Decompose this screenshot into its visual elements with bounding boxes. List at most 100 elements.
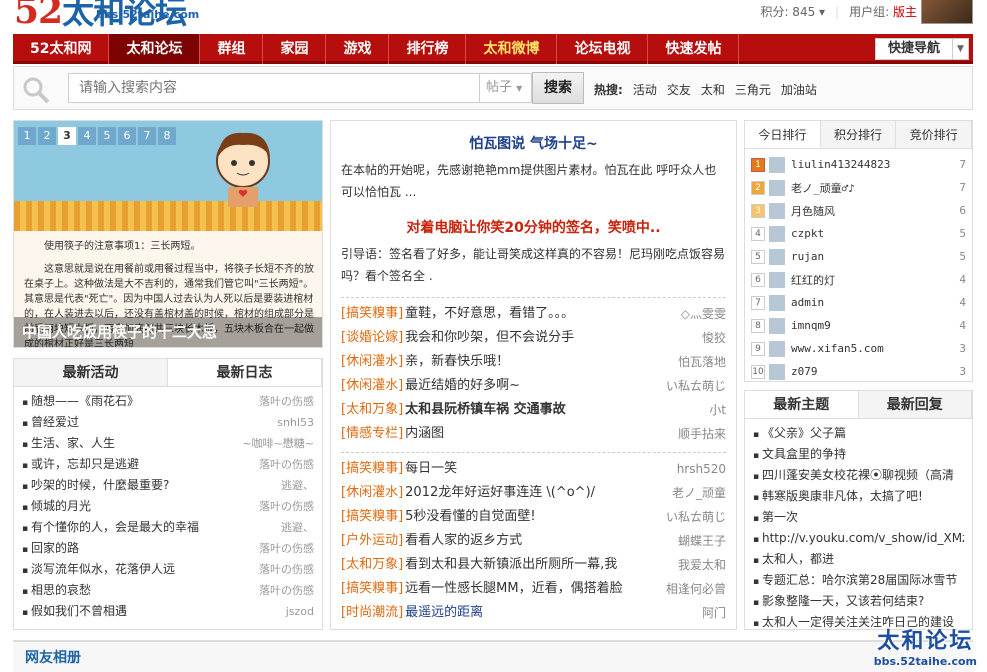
slide-page-button[interactable]: 8 (158, 127, 176, 145)
avatar[interactable] (769, 363, 785, 380)
avatar[interactable] (769, 225, 785, 242)
avatar[interactable] (769, 202, 785, 219)
list-item[interactable]: 文具盒里的争持 (753, 444, 964, 465)
tab-newest-reply[interactable]: 最新回复 (859, 391, 972, 418)
list-item[interactable]: 四川蓬安美女校花裸⦿聊视频（高清 (753, 465, 964, 486)
nav-item[interactable]: 太和论坛 (109, 34, 201, 64)
avatar[interactable] (769, 179, 785, 196)
thread-category[interactable]: [户外运动] (341, 529, 403, 553)
list-item[interactable]: 曾经爱过 snhl53 (22, 412, 314, 433)
thread-author[interactable]: 顺手拈来 (678, 422, 726, 446)
rank-username[interactable]: 老ノ_顽童♂♪ (791, 180, 948, 196)
thread-category[interactable]: [搞笑糗事] (341, 302, 403, 326)
thread-row[interactable]: [户外运动] 看看人家的返乡方式 蝴蝶王子 (341, 529, 726, 553)
list-item[interactable]: 相思的哀愁 落叶の伤感 (22, 580, 314, 601)
slide-page-button[interactable]: 6 (118, 127, 136, 145)
tab-rank[interactable]: 今日排行 (745, 121, 821, 148)
list-item[interactable]: 专题汇总：哈尔滨第28届国际冰雪节 (753, 570, 964, 591)
album-title[interactable]: 网友相册 (25, 647, 81, 667)
thread-title[interactable]: 5秒没看懂的自觉面壁! (405, 505, 660, 529)
search-button[interactable]: 搜索 (532, 72, 584, 104)
thread-category[interactable]: [搞笑糗事] (341, 505, 403, 529)
thread-category[interactable]: [谈婚论嫁] (341, 326, 403, 350)
list-item[interactable]: 吵架的时候，什麼最重要? 逃避、 (22, 475, 314, 496)
thread-category[interactable]: [情感专栏] (341, 422, 403, 446)
thread-category[interactable]: [休闲灌水] (341, 350, 403, 374)
avatar[interactable] (769, 248, 785, 265)
list-item[interactable]: 有个懂你的人，会是最大的幸福 逃避、 (22, 517, 314, 538)
list-item-title[interactable]: 有个懂你的人，会是最大的幸福 (22, 517, 199, 538)
rank-row[interactable]: 6 红红的灯 4 (751, 268, 966, 291)
list-item[interactable]: 《父亲》父子篇 (753, 423, 964, 444)
thread-row[interactable]: [时尚潮流] 最遥远的距离 阿门 (341, 601, 726, 625)
hot-word[interactable]: 三角元 (735, 81, 771, 98)
rank-username[interactable]: rujan (791, 250, 948, 263)
thread-row[interactable]: [休闲灌水] 亲，新春快乐哦！ 怕瓦落地 (341, 350, 726, 374)
thread-author[interactable]: 阿门 (702, 601, 726, 625)
list-item-author[interactable]: jszod (286, 601, 314, 622)
nav-item[interactable]: 排行榜 (389, 34, 467, 64)
rank-username[interactable]: 月色随风 (791, 203, 948, 219)
list-item-title[interactable]: 假如我们不曾相遇 (22, 601, 127, 622)
rank-row[interactable]: 7 admin 4 (751, 291, 966, 314)
list-item[interactable]: 影象整隆一天，又该若何结束? (753, 591, 964, 612)
list-item[interactable]: 太和人，都进 (753, 549, 964, 570)
tab-latest-activity[interactable]: 最新活动 (14, 359, 168, 386)
list-item[interactable]: 或许，忘却只是逃避 落叶の伤感 (22, 454, 314, 475)
slide-page-button[interactable]: 1 (18, 127, 36, 145)
thread-author[interactable]: 蝴蝶王子 (678, 529, 726, 553)
list-item-author[interactable]: 落叶の伤感 (259, 454, 314, 475)
avatar[interactable] (769, 156, 785, 173)
list-item-author[interactable]: snhl53 (277, 412, 314, 433)
rank-username[interactable]: imnqm9 (791, 319, 948, 332)
tab-rank[interactable]: 积分排行 (821, 121, 897, 148)
avatar[interactable] (769, 317, 785, 334)
list-item-author[interactable]: 落叶の伤感 (259, 496, 314, 517)
tab-latest-log[interactable]: 最新日志 (168, 359, 322, 386)
image-slider[interactable]: 12345678 使用筷子的注意事项1：三长两短。 这意思就是说在用餐前或用餐过… (13, 120, 323, 348)
avatar[interactable] (769, 271, 785, 288)
list-item-author[interactable]: 落叶の伤感 (259, 391, 314, 412)
search-type-select[interactable]: 帖子 ▼ (480, 73, 532, 103)
thread-category[interactable]: [太和万象] (341, 553, 403, 577)
thread-author[interactable]: 怕瓦落地 (678, 350, 726, 374)
nav-item[interactable]: 论坛电视 (557, 34, 649, 64)
thread-row[interactable]: [太和万象] 太和县阮桥镇车祸 交通事故 小t (341, 398, 726, 422)
thread-category[interactable]: [太和万象] (341, 398, 403, 422)
tab-rank[interactable]: 竞价排行 (896, 121, 973, 148)
list-item-title[interactable]: http://v.youku.com/v_show/id_XMz (753, 528, 964, 549)
thread-author[interactable]: 小t (709, 398, 726, 422)
list-item-title[interactable]: 曾经爱过 (22, 412, 79, 433)
rank-row[interactable]: 3 月色随风 6 (751, 199, 966, 222)
list-item-title[interactable]: 第一次 (753, 507, 798, 528)
thread-title[interactable]: 我会和你吵架，但不会说分手 (405, 326, 696, 350)
rank-row[interactable]: 8 imnqm9 4 (751, 314, 966, 337)
thread-author[interactable]: い私ㄊ萌じ (666, 505, 726, 529)
list-item[interactable]: 淡写流年似水，花落伊人远 落叶の伤感 (22, 559, 314, 580)
list-item[interactable]: 假如我们不曾相遇 jszod (22, 601, 314, 622)
rank-username[interactable]: czpkt (791, 227, 948, 240)
list-item[interactable]: 回家的路 落叶の伤感 (22, 538, 314, 559)
hot-word[interactable]: 活动 (633, 81, 657, 98)
rank-row[interactable]: 5 rujan 5 (751, 245, 966, 268)
thread-author[interactable]: い私ㄊ萌じ (666, 374, 726, 398)
list-item-title[interactable]: 淡写流年似水，花落伊人远 (22, 559, 175, 580)
list-item[interactable]: 随想——《雨花石》 落叶の伤感 (22, 391, 314, 412)
avatar[interactable] (769, 340, 785, 357)
thread-author[interactable]: 相逢何必曾 (666, 577, 726, 601)
thread-author[interactable]: 悛狡 (702, 326, 726, 350)
thread-row[interactable]: [谈婚论嫁] 我会和你吵架，但不会说分手 悛狡 (341, 326, 726, 350)
rank-username[interactable]: admin (791, 296, 948, 309)
quick-nav-button[interactable]: 快捷导航 ▼ (875, 38, 969, 60)
list-item-author[interactable]: 落叶の伤感 (259, 559, 314, 580)
rank-username[interactable]: www.xifan5.com (791, 342, 948, 355)
avatar[interactable] (921, 0, 973, 24)
thread-author[interactable]: 我爱太和 (678, 553, 726, 577)
thread-row[interactable]: [休闲灌水] 最近结婚的好多啊~ い私ㄊ萌じ (341, 374, 726, 398)
thread-category[interactable]: [搞笑糗事] (341, 577, 403, 601)
thread-title[interactable]: 远看一性感长腿MM，近看，偶搭着脸 (405, 577, 660, 601)
thread-author[interactable]: hrsh520 (677, 457, 726, 481)
rank-row[interactable]: 10 z079 3 (751, 360, 966, 383)
tab-newest-topic[interactable]: 最新主题 (745, 391, 859, 418)
nav-item[interactable]: 游戏 (326, 34, 390, 64)
